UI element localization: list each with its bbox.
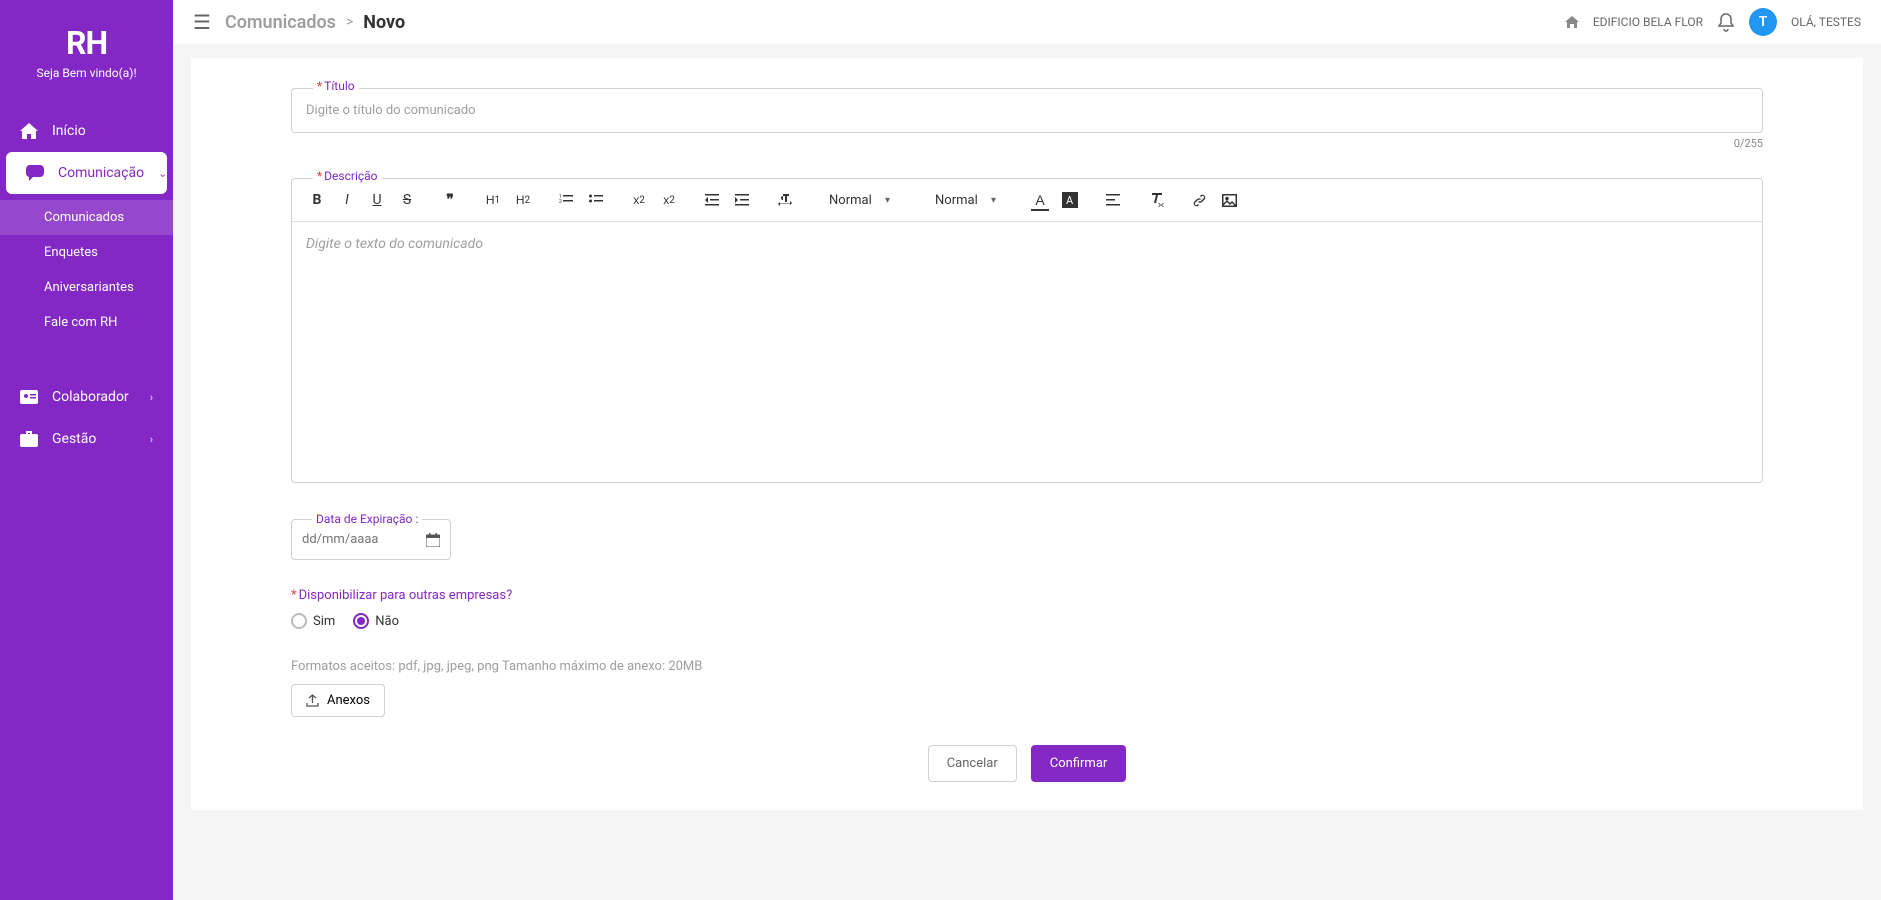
titulo-counter: 0/255 (291, 137, 1763, 150)
radio-group: Sim Não (291, 613, 1763, 629)
anexos-label: Anexos (327, 693, 370, 708)
chevron-right-icon: › (150, 391, 153, 404)
nav-comunicacao[interactable]: Comunicação ⌄ (6, 152, 167, 194)
radio-sim[interactable]: Sim (291, 613, 335, 629)
descricao-field: *Descrição B I U S ❞ H1 H2 (291, 178, 1763, 483)
strike-button[interactable]: S (394, 187, 420, 213)
blockquote-button[interactable]: ❞ (437, 187, 463, 213)
nav: Início Comunicação ⌄ Comunicados Enquete… (0, 90, 173, 460)
upload-icon (306, 694, 319, 707)
text-direction-button[interactable] (772, 187, 798, 213)
rich-text-editor: B I U S ❞ H1 H2 12 (291, 178, 1763, 483)
form-card: *Título 0/255 *Descrição B I U S ❞ (191, 58, 1863, 810)
image-button[interactable] (1216, 187, 1242, 213)
data-expiracao-input[interactable] (302, 532, 402, 547)
main: ☰ Comunicados > Novo EDIFICIO BELA FLOR … (173, 0, 1881, 900)
indent-button[interactable] (729, 187, 755, 213)
radio-circle (353, 613, 369, 629)
nav-gestao[interactable]: Gestão › (0, 418, 173, 460)
topbar-right: EDIFICIO BELA FLOR T OLÁ, TESTES (1565, 8, 1861, 36)
bold-button[interactable]: B (304, 187, 330, 213)
confirmar-button[interactable]: Confirmar (1031, 745, 1127, 782)
logo: RH (0, 24, 173, 62)
breadcrumb-sep: > (346, 14, 353, 30)
radio-label: Não (375, 614, 399, 629)
nav-inicio[interactable]: Início (0, 110, 173, 152)
avatar[interactable]: T (1749, 8, 1777, 36)
titulo-input[interactable] (291, 88, 1763, 133)
h1-button[interactable]: H1 (480, 187, 506, 213)
italic-button[interactable]: I (334, 187, 360, 213)
data-expiracao-field: Data de Expiração : (291, 519, 451, 560)
building-name: EDIFICIO BELA FLOR (1593, 15, 1703, 29)
nav-label: Colaborador (52, 389, 129, 405)
briefcase-icon (20, 431, 38, 447)
required-mark: * (317, 169, 322, 183)
h2-button[interactable]: H2 (510, 187, 536, 213)
unordered-list-button[interactable] (583, 187, 609, 213)
anexos-button[interactable]: Anexos (291, 684, 385, 717)
breadcrumb-parent[interactable]: Comunicados (225, 12, 336, 33)
subnav-enquetes[interactable]: Enquetes (0, 235, 173, 270)
nav-label: Início (52, 123, 86, 139)
radio-label: Sim (313, 614, 335, 629)
link-button[interactable] (1186, 187, 1212, 213)
data-expiracao-label: Data de Expiração : (312, 512, 422, 526)
svg-text:2: 2 (559, 199, 562, 205)
question-label: *Disponibilizar para outras empresas? (291, 588, 1763, 603)
nav-label: Comunicação (58, 165, 144, 181)
size-select[interactable]: Normal (821, 191, 898, 210)
ordered-list-button[interactable]: 12 (553, 187, 579, 213)
required-mark: * (317, 79, 322, 93)
svg-text:A: A (1066, 194, 1074, 207)
subnav-aniversariantes[interactable]: Aniversariantes (0, 270, 173, 305)
titulo-field: *Título 0/255 (291, 88, 1763, 150)
breadcrumb: Comunicados > Novo (225, 12, 405, 33)
topbar: ☰ Comunicados > Novo EDIFICIO BELA FLOR … (173, 0, 1881, 44)
subnav-comunicacao: Comunicados Enquetes Aniversariantes Fal… (0, 194, 173, 346)
subscript-button[interactable]: x2 (626, 187, 652, 213)
hamburger-icon[interactable]: ☰ (193, 10, 211, 34)
align-button[interactable] (1100, 187, 1126, 213)
breadcrumb-current: Novo (363, 12, 405, 33)
building-home-icon (1565, 16, 1579, 28)
subnav-comunicados[interactable]: Comunicados (0, 200, 173, 235)
editor-toolbar: B I U S ❞ H1 H2 12 (292, 179, 1762, 222)
background-color-button[interactable]: A (1057, 187, 1083, 213)
descricao-label: *Descrição (313, 169, 382, 183)
radio-circle (291, 613, 307, 629)
chat-icon (26, 165, 44, 181)
form-actions: Cancelar Confirmar (291, 745, 1763, 782)
outdent-button[interactable] (699, 187, 725, 213)
nav-colaborador[interactable]: Colaborador › (0, 376, 173, 418)
sidebar-header: RH Seja Bem vindo(a)! (0, 0, 173, 90)
underline-button[interactable]: U (364, 187, 390, 213)
superscript-button[interactable]: x2 (656, 187, 682, 213)
id-card-icon (20, 390, 38, 404)
radio-nao[interactable]: Não (353, 613, 399, 629)
subnav-fale-com-rh[interactable]: Fale com RH (0, 305, 173, 340)
chevron-down-icon: ⌄ (158, 167, 167, 180)
text-color-button[interactable]: A (1027, 187, 1053, 213)
attachments-hint: Formatos aceitos: pdf, jpg, jpeg, png Ta… (291, 659, 1763, 674)
required-mark: * (291, 588, 297, 603)
bell-icon[interactable] (1717, 12, 1735, 32)
greeting: OLÁ, TESTES (1791, 15, 1861, 29)
editor-body[interactable]: Digite o texto do comunicado (292, 222, 1762, 482)
cancelar-button[interactable]: Cancelar (928, 745, 1017, 782)
welcome-text: Seja Bem vindo(a)! (0, 66, 173, 80)
clear-format-button[interactable] (1143, 187, 1169, 213)
calendar-icon[interactable] (426, 533, 440, 547)
home-icon (20, 123, 38, 139)
titulo-label: *Título (313, 79, 359, 93)
nav-label: Gestão (52, 431, 96, 447)
sidebar: RH Seja Bem vindo(a)! Início Comunicação… (0, 0, 173, 900)
header-select[interactable]: Normal (927, 191, 1004, 210)
chevron-right-icon: › (150, 433, 153, 446)
